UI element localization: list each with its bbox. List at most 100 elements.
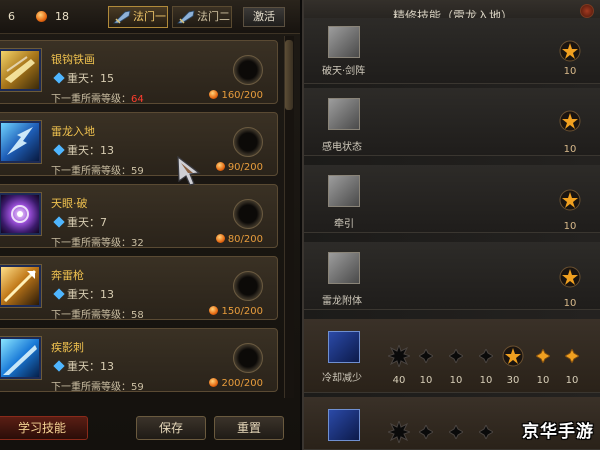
heavenly-eye-skill-icon [0, 193, 41, 235]
count-a: 6 [8, 10, 15, 23]
skill-slot[interactable] [233, 343, 263, 373]
skill-slot[interactable] [233, 271, 263, 301]
star-value: 10 [563, 298, 577, 309]
skill-level: 重天：13 [67, 360, 114, 373]
skill-cost: 80/200 [215, 234, 263, 245]
reset-button[interactable]: 重置 [214, 416, 284, 440]
node-value: 10 [449, 375, 463, 386]
watermark: 京华手游 [522, 422, 594, 442]
skill-list-panel: 6 18 法门一 法门二 激活 银钩铁画 重天：15 下一重所需等级：64 16… [0, 0, 300, 450]
gem-icon [53, 216, 65, 228]
gem-icon [53, 288, 65, 300]
skill-cost: 90/200 [215, 162, 263, 173]
locked-dot-node-icon[interactable] [479, 425, 493, 439]
refine-skill-name: 牵引 [334, 219, 354, 230]
requirement-label: 下一重所需等级： [51, 310, 131, 321]
node-value: 40 [392, 375, 406, 386]
refine-row[interactable]: 破天·剑阵 10 [304, 18, 600, 84]
skill-cost: 200/200 [209, 378, 263, 389]
skill-list[interactable]: 银钩铁画 重天：15 下一重所需等级：64 160/200 雷龙入地 重天：13… [0, 36, 282, 398]
skill-row[interactable]: 雷龙入地 重天：13 下一重所需等级：59 90/200 [0, 112, 278, 177]
node-value: 10 [565, 375, 579, 386]
fire-orb-icon [215, 234, 225, 243]
cost-value: 80/200 [227, 234, 263, 245]
learn-skill-button[interactable]: 学习技能 [0, 416, 88, 440]
refine-row[interactable]: 感电状态 10 [304, 88, 600, 156]
skill-slot[interactable] [233, 127, 263, 157]
requirement-value: 32 [131, 238, 144, 249]
skill-row[interactable]: 天眼·破 重天：7 下一重所需等级：32 80/200 [0, 184, 278, 249]
refine-row[interactable]: 牵引 10 [304, 165, 600, 233]
skill-row[interactable]: 疾影刺 重天：13 下一重所需等级：59 200/200 [0, 328, 278, 393]
refine-row[interactable]: 雷龙附体 10 [304, 242, 600, 310]
locked-dot-node-icon[interactable] [419, 425, 433, 439]
skill-level: 重天：13 [67, 144, 114, 157]
cost-value: 200/200 [221, 378, 263, 389]
skill-row[interactable]: 奔雷枪 重天：13 下一重所需等级：58 150/200 [0, 256, 278, 321]
tab-method-one[interactable]: 法门一 [108, 6, 168, 28]
refine-skill-panel: 精修技能（雷龙入地） 破天·剑阵 10 感电状态 10 牵引 10 雷龙附体 1… [302, 0, 600, 450]
tab-label: 法门一 [133, 10, 166, 23]
refine-skill-name: 雷龙附体 [322, 296, 362, 307]
save-button[interactable]: 保存 [136, 416, 206, 440]
skill-icon [328, 409, 360, 441]
refine-skill-name: 破天·剑阵 [322, 66, 366, 77]
skill-name: 银钩铁画 [51, 53, 95, 66]
sword-icon [113, 10, 131, 24]
locked-burst-node-icon[interactable] [388, 421, 410, 443]
requirement-value: 59 [131, 166, 144, 177]
refine-row[interactable]: 冷却减少 40 10 10 10 30 10 10 [304, 319, 600, 393]
skill-name: 疾影刺 [51, 341, 84, 354]
gem-icon [53, 72, 65, 84]
locked-dot-node-icon[interactable] [419, 349, 433, 363]
active-star-node-icon[interactable] [502, 345, 524, 367]
skill-name: 奔雷枪 [51, 269, 84, 282]
star-node-icon[interactable] [559, 266, 581, 288]
active-dot-node-icon[interactable] [536, 349, 550, 363]
requirement-label: 下一重所需等级： [51, 382, 131, 393]
thunder-dragon-skill-icon [0, 121, 41, 163]
requirement-label: 下一重所需等级： [51, 166, 131, 177]
shadow-stab-skill-icon [0, 337, 41, 379]
scrollbar-thumb[interactable] [285, 40, 293, 110]
skill-cost: 160/200 [209, 90, 263, 101]
fire-orb-icon [36, 11, 47, 22]
skill-level: 重天：13 [67, 288, 114, 301]
tab-method-two[interactable]: 法门二 [172, 6, 232, 28]
skill-slot[interactable] [233, 55, 263, 85]
requirement-label: 下一重所需等级： [51, 94, 131, 105]
dragon-possession-icon [328, 252, 360, 284]
gem-icon [53, 360, 65, 372]
locked-dot-node-icon[interactable] [449, 425, 463, 439]
next-level-requirement: 下一重所需等级：59 [51, 378, 144, 393]
locked-burst-node-icon[interactable] [388, 345, 410, 367]
fire-orb-icon [215, 162, 225, 171]
cooldown-reduction-icon [328, 331, 360, 363]
thunder-spear-skill-icon [0, 265, 41, 307]
skill-name: 天眼·破 [51, 197, 88, 210]
star-node-icon[interactable] [559, 40, 581, 62]
locked-dot-node-icon[interactable] [449, 349, 463, 363]
star-node-icon[interactable] [559, 189, 581, 211]
skill-slot[interactable] [233, 199, 263, 229]
gem-icon [53, 144, 65, 156]
close-icon[interactable] [580, 4, 594, 18]
star-value: 10 [563, 221, 577, 232]
skill-name: 雷龙入地 [51, 125, 95, 138]
sword-array-icon [328, 26, 360, 58]
locked-dot-node-icon[interactable] [479, 349, 493, 363]
active-dot-node-icon[interactable] [565, 349, 579, 363]
skill-level: 重天：7 [67, 216, 107, 229]
fire-orb-icon [209, 306, 219, 315]
skill-row[interactable]: 银钩铁画 重天：15 下一重所需等级：64 160/200 [0, 40, 278, 105]
skill-cost: 150/200 [209, 306, 263, 317]
cost-value: 90/200 [227, 162, 263, 173]
cost-value: 150/200 [221, 306, 263, 317]
mouse-cursor-icon [177, 155, 201, 186]
fire-orb-icon [209, 90, 219, 99]
sword-icon [177, 10, 195, 24]
cost-value: 160/200 [221, 90, 263, 101]
requirement-value: 59 [131, 382, 144, 393]
star-node-icon[interactable] [559, 110, 581, 132]
activate-button[interactable]: 激活 [243, 7, 285, 27]
